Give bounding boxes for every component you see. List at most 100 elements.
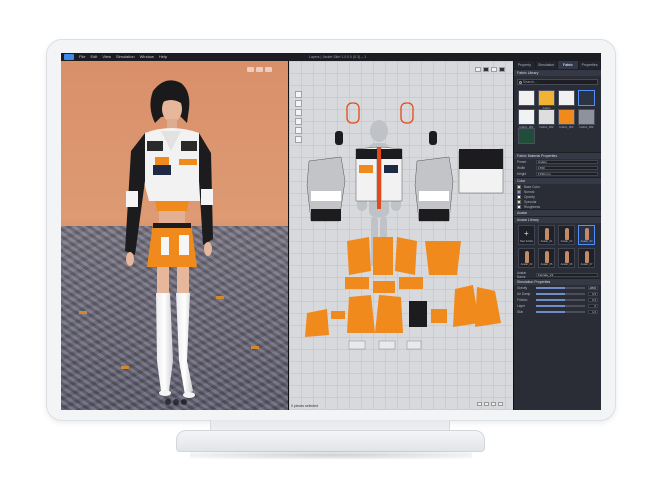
window-title: Layers | Jacket Skirt 1.0.0.0 (0.3) – 1	[309, 55, 367, 59]
property-label: Preset	[517, 160, 527, 164]
fabric-thumbnail-label: Fabric_004	[579, 125, 594, 129]
color-layer-label: Opacity	[524, 194, 535, 199]
fabric-thumbnail[interactable]: Fabric_002	[538, 109, 555, 129]
property-label: Width	[517, 166, 526, 170]
pattern-pieces[interactable]	[289, 61, 513, 410]
color-swatch[interactable]	[517, 189, 521, 194]
zoom-out-icon[interactable]	[477, 402, 482, 406]
color-section-header[interactable]: Color	[514, 177, 601, 184]
simulation-properties-header[interactable]: Simulation Properties	[514, 278, 601, 285]
sim-property-label: Friction	[517, 298, 528, 302]
fit-icon[interactable]	[491, 402, 496, 406]
color-layer-label: Base Color	[524, 184, 540, 189]
search-icon	[519, 81, 522, 84]
fabric-thumbnail[interactable]: Fabric_003	[558, 109, 575, 129]
sim-property-value[interactable]: 1.0	[588, 310, 598, 314]
avatar-figure-icon	[565, 251, 569, 263]
fabric-thumbnail-grid: Fabric Fabric_001 Fabric_002 Fabric_003 Fabr…	[514, 88, 601, 146]
fabric-thumbnail[interactable]	[518, 128, 535, 144]
sim-property-slider[interactable]	[536, 311, 585, 313]
tab-properties[interactable]: Properties	[579, 61, 601, 69]
menu-edit[interactable]: Edit	[90, 53, 97, 61]
slider-fill	[536, 311, 566, 313]
sim-property-slider[interactable]	[536, 293, 585, 295]
fabric-search-input[interactable]: Search...	[517, 79, 598, 85]
fabric-library-header[interactable]: Fabric Library	[514, 69, 601, 76]
avatar-name-label: Avatar Name	[517, 271, 527, 279]
3d-viewport[interactable]	[61, 61, 288, 410]
tab-fabric[interactable]: Fabric	[557, 61, 580, 69]
avatar-thumbnail-label: Avatar_03	[580, 240, 593, 243]
property-value-field[interactable]: Cotton	[536, 160, 598, 164]
property-value-field[interactable]: 1700	[536, 166, 598, 170]
fabric-thumbnail[interactable]	[578, 90, 595, 106]
avatar-thumbnail-label: New Folder	[519, 240, 534, 243]
color-swatch[interactable]	[517, 194, 521, 199]
menu-help[interactable]: Help	[159, 53, 167, 61]
avatar-3d-model[interactable]	[61, 61, 288, 410]
avatar-thumbnail[interactable]: Avatar_01	[538, 225, 555, 245]
avatar-section-header[interactable]: Avatar	[514, 209, 601, 216]
avatar-thumbnail[interactable]: Avatar_07	[578, 248, 595, 268]
2d-status-text: 0 pieces selected	[291, 404, 319, 408]
sim-property-value[interactable]: 0	[588, 304, 598, 308]
new-folder-button[interactable]: + New Folder	[518, 225, 535, 245]
fabric-thumbnail[interactable]: Fabric	[538, 90, 555, 110]
avatar-figure-icon	[525, 251, 529, 263]
avatar-library-header[interactable]: Avatar Library	[514, 216, 601, 223]
sim-property-slider[interactable]	[536, 287, 585, 289]
avatar-thumbnail-label: Avatar_04	[520, 263, 533, 266]
tab-simulation[interactable]: Simulation	[536, 61, 558, 69]
avatar-thumbnail[interactable]: Avatar_04	[518, 248, 535, 268]
app-logo-icon	[64, 54, 74, 60]
menu-file[interactable]: File	[79, 53, 85, 61]
fabric-thumbnail[interactable]: Fabric_001	[518, 109, 535, 129]
color-layer-rows: Base Color Normal Opacity Specular Roughness	[514, 184, 601, 209]
avatar-figure-icon	[565, 228, 569, 240]
fabric-thumbnail[interactable]: Fabric_004	[578, 109, 595, 129]
sim-property-slider[interactable]	[536, 299, 585, 301]
play-icon[interactable]	[173, 399, 179, 405]
color-swatch[interactable]	[517, 184, 521, 189]
color-swatch[interactable]	[517, 199, 521, 204]
simulation-property-row: Skin 1.0	[514, 309, 601, 315]
fabric-thumbnail[interactable]	[518, 90, 535, 106]
avatar-figure-icon	[545, 251, 549, 263]
fabric-properties-header[interactable]: Fabric Material Properties	[514, 152, 601, 159]
slider-fill	[536, 299, 566, 301]
avatar-figure-icon	[545, 228, 549, 240]
avatar-thumbnail[interactable]: Avatar_02	[558, 225, 575, 245]
zoom-in-icon[interactable]	[484, 402, 489, 406]
tablet-stand-base	[176, 430, 485, 452]
avatar-thumbnail[interactable]: Avatar_06	[558, 248, 575, 268]
fabric-property-rows: Preset Cotton Width 1700 Height 1700 mm	[514, 159, 601, 177]
color-swatch[interactable]	[517, 204, 521, 209]
avatar-thumbnail-label: Avatar_02	[560, 240, 573, 243]
sim-property-slider[interactable]	[536, 305, 585, 307]
avatar-figure-icon	[585, 228, 589, 240]
sim-property-label: Air Damp	[517, 292, 531, 296]
2d-bottom-toolbar	[477, 402, 503, 406]
avatar-thumbnail-label: Avatar_07	[580, 263, 593, 266]
tab-property[interactable]: Property	[514, 61, 536, 69]
fabric-thumbnail[interactable]	[558, 90, 575, 106]
menu-simulation[interactable]: Simulation	[116, 53, 135, 61]
sim-property-value[interactable]: 0.5	[588, 292, 598, 296]
rewind-icon[interactable]	[165, 399, 171, 405]
menu-window[interactable]: Window	[140, 53, 154, 61]
color-layer-label: Roughness	[524, 204, 541, 209]
viewport-playback-controls	[165, 399, 187, 405]
avatar-thumbnail-label: Avatar_05	[540, 263, 553, 266]
avatar-thumbnail[interactable]: Avatar_03	[578, 225, 595, 245]
avatar-figure-icon	[585, 251, 589, 263]
settings-icon[interactable]	[498, 402, 503, 406]
sim-property-value[interactable]: -9800	[588, 286, 598, 290]
avatar-name-field[interactable]: Female_V2	[536, 273, 598, 277]
sim-property-value[interactable]: 0.3	[588, 298, 598, 302]
property-value-field[interactable]: 1700 mm	[536, 172, 598, 176]
search-placeholder: Search...	[523, 80, 538, 84]
record-icon[interactable]	[181, 399, 187, 405]
2d-pattern-window[interactable]: 0 pieces selected	[288, 61, 513, 410]
avatar-thumbnail[interactable]: Avatar_05	[538, 248, 555, 268]
menu-view[interactable]: View	[102, 53, 111, 61]
